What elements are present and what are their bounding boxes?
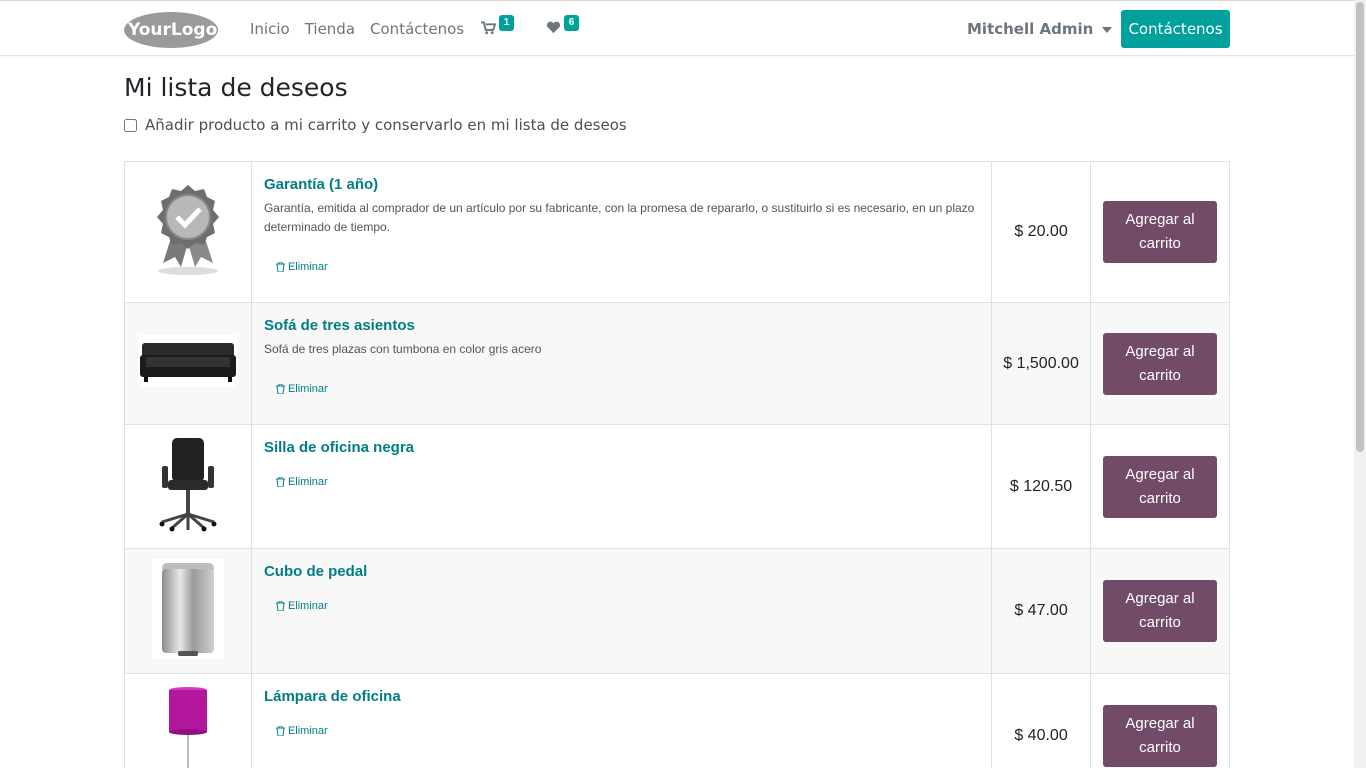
trash-icon <box>275 601 285 611</box>
warranty-badge-image[interactable] <box>153 183 223 277</box>
product-price: $ 120.50 <box>991 424 1091 549</box>
wishlist-table: Garantía (1 año) Garantía, emitida al co… <box>124 161 1230 768</box>
caret-down-icon <box>1102 27 1113 33</box>
wishlist-row: Sofá de tres asientos Sofá de tres plaza… <box>124 302 1230 425</box>
pedal-bin-image[interactable] <box>151 558 224 659</box>
product-info-cell: Cubo de pedal Eliminar <box>250 548 993 674</box>
remove-from-wishlist-button[interactable]: Eliminar <box>275 383 328 395</box>
keep-in-wishlist-option[interactable]: Añadir producto a mi carrito y conservar… <box>124 116 627 134</box>
product-image-cell <box>124 161 252 303</box>
product-image-cell <box>124 673 252 768</box>
page-scrollbar[interactable] <box>1354 0 1366 768</box>
product-price: $ 40.00 <box>991 673 1091 768</box>
user-name: Mitchell Admin <box>967 20 1094 38</box>
product-info-cell: Garantía (1 año) Garantía, emitida al co… <box>250 161 993 303</box>
add-to-cart-cell: Agregar al carrito <box>1090 548 1230 674</box>
top-navbar: YourLogo Inicio Tienda Contáctenos 1 6 M… <box>0 0 1354 56</box>
nav-item-contactenos[interactable]: Contáctenos <box>370 20 464 38</box>
wishlist-row: Silla de oficina negra Eliminar $ 120.50… <box>124 424 1230 549</box>
remove-label: Eliminar <box>287 600 328 612</box>
trash-icon <box>275 726 285 736</box>
product-name-link[interactable]: Sofá de tres asientos <box>264 317 979 334</box>
logo-text: YourLogo <box>127 20 217 40</box>
remove-label: Eliminar <box>287 261 328 273</box>
product-price: $ 20.00 <box>991 161 1091 303</box>
add-to-cart-cell: Agregar al carrito <box>1090 673 1230 768</box>
add-to-cart-cell: Agregar al carrito <box>1090 161 1230 303</box>
add-to-cart-button[interactable]: Agregar al carrito <box>1103 201 1217 263</box>
wishlist-count-badge: 6 <box>564 15 579 31</box>
product-description: Sofá de tres plazas con tumbona en color… <box>263 342 542 356</box>
wishlist-row: Garantía (1 año) Garantía, emitida al co… <box>124 161 1230 303</box>
keep-in-wishlist-label: Añadir producto a mi carrito y conservar… <box>145 116 627 134</box>
remove-label: Eliminar <box>287 476 328 488</box>
page-title: Mi lista de deseos <box>124 73 348 102</box>
product-name-link[interactable]: Silla de oficina negra <box>264 439 979 456</box>
product-image-cell <box>124 548 252 674</box>
product-description: Garantía, emitida al comprador de un art… <box>263 201 975 234</box>
product-name-link[interactable]: Garantía (1 año) <box>264 176 979 193</box>
main-menu: Inicio Tienda Contáctenos <box>250 1 479 57</box>
remove-from-wishlist-button[interactable]: Eliminar <box>275 261 328 273</box>
user-dropdown[interactable]: Mitchell Admin <box>967 1 1113 57</box>
product-price: $ 1,500.00 <box>991 302 1091 425</box>
heart-icon <box>546 21 561 34</box>
wishlist-row: Lámpara de oficina Eliminar $ 40.00 Agre… <box>124 673 1230 768</box>
office-chair-image[interactable] <box>158 436 218 532</box>
add-to-cart-button[interactable]: Agregar al carrito <box>1103 455 1217 518</box>
cart-count-badge: 1 <box>499 15 514 31</box>
remove-from-wishlist-button[interactable]: Eliminar <box>275 600 328 612</box>
add-to-cart-button[interactable]: Agregar al carrito <box>1103 580 1217 642</box>
trash-icon <box>275 384 285 394</box>
trash-icon <box>275 477 285 487</box>
add-to-cart-button[interactable]: Agregar al carrito <box>1103 705 1217 767</box>
shopping-cart-icon <box>481 21 496 35</box>
wishlist-link[interactable]: 6 <box>546 15 579 43</box>
product-name-link[interactable]: Cubo de pedal <box>264 563 979 580</box>
product-price: $ 47.00 <box>991 548 1091 674</box>
remove-label: Eliminar <box>287 725 328 737</box>
product-image-cell <box>124 424 252 549</box>
company-logo[interactable]: YourLogo <box>124 11 218 49</box>
cart-link[interactable]: 1 <box>481 15 514 43</box>
add-to-cart-cell: Agregar al carrito <box>1090 302 1230 425</box>
product-info-cell: Silla de oficina negra Eliminar <box>250 424 993 549</box>
remove-from-wishlist-button[interactable]: Eliminar <box>275 725 328 737</box>
product-name-link[interactable]: Lámpara de oficina <box>264 688 979 705</box>
add-to-cart-button[interactable]: Agregar al carrito <box>1103 332 1217 395</box>
scrollbar-thumb[interactable] <box>1356 2 1364 452</box>
add-to-cart-cell: Agregar al carrito <box>1090 424 1230 549</box>
product-info-cell: Lámpara de oficina Eliminar <box>250 673 993 768</box>
trash-icon <box>275 262 285 272</box>
nav-item-tienda[interactable]: Tienda <box>305 20 355 38</box>
keep-in-wishlist-checkbox[interactable] <box>124 118 137 132</box>
remove-label: Eliminar <box>287 383 328 395</box>
nav-item-inicio[interactable]: Inicio <box>250 20 290 38</box>
wishlist-row: Cubo de pedal Eliminar $ 47.00 Agregar a… <box>124 548 1230 674</box>
contact-us-button[interactable]: Contáctenos <box>1121 10 1230 48</box>
product-image-cell <box>124 302 252 425</box>
office-lamp-image[interactable] <box>166 686 210 768</box>
sofa-image[interactable] <box>137 335 238 387</box>
product-info-cell: Sofá de tres asientos Sofá de tres plaza… <box>250 302 993 425</box>
remove-from-wishlist-button[interactable]: Eliminar <box>275 476 328 488</box>
